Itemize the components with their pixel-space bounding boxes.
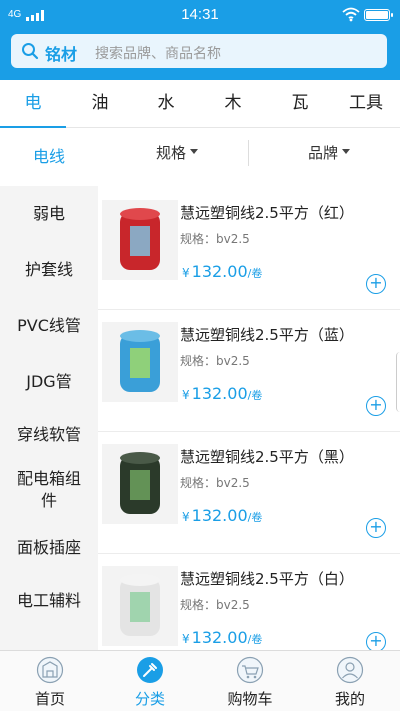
sidebar: 电线 弱电 护套线 PVC线管 JDG管 穿线软管 配电箱组件 面板插座 电工辅… [0, 128, 98, 650]
product-image [102, 322, 178, 402]
product-name: 慧远塑铜线2.5平方（白） [180, 570, 354, 588]
app-header: 4G 14:31 铭材 搜索品牌、商品名称 [0, 0, 400, 80]
profile-icon [336, 656, 364, 684]
status-bar: 4G 14:31 [0, 0, 400, 30]
search-bar[interactable]: 铭材 搜索品牌、商品名称 [11, 34, 387, 68]
product-price: ¥132.00/卷 [182, 628, 263, 647]
brand-filter-label: 品牌 [308, 144, 339, 162]
filter-bar: 规格 品牌 [98, 128, 400, 178]
sidebar-item-flexible-conduit[interactable]: 穿线软管 [0, 410, 98, 460]
tab-label: 木 [224, 93, 242, 113]
battery-icon [364, 9, 393, 21]
sidebar-item-wire[interactable]: 电线 [0, 128, 98, 186]
tab-tile[interactable]: 瓦 [267, 80, 333, 128]
nav-label: 我的 [334, 690, 365, 708]
sidebar-item-sheathed-wire[interactable]: 护套线 [0, 242, 98, 298]
product-image [102, 444, 178, 524]
product-name: 慧远塑铜线2.5平方（黑） [180, 448, 354, 466]
caret-down-icon [342, 149, 351, 154]
add-to-cart-button[interactable]: + [366, 518, 386, 538]
tab-label: 水 [157, 93, 175, 113]
nav-label: 首页 [34, 690, 65, 708]
product-card[interactable]: 慧远塑铜线2.5平方（红） 规格：bv2.5 ¥132.00/卷 + [98, 188, 400, 310]
search-icon [22, 43, 39, 60]
caret-down-icon [190, 149, 199, 154]
nav-home[interactable]: 首页 [0, 651, 100, 711]
category-icon [137, 657, 163, 683]
product-spec: 规格：bv2.5 [180, 598, 250, 612]
filter-divider [248, 140, 249, 166]
tab-oil[interactable]: 油 [67, 80, 133, 128]
tab-water[interactable]: 水 [133, 80, 199, 128]
category-tabs: 电 油 水 木 瓦 工具 [0, 80, 400, 129]
add-to-cart-button[interactable]: + [366, 632, 386, 652]
product-name: 慧远塑铜线2.5平方（红） [180, 204, 354, 222]
product-card[interactable]: 慧远塑铜线2.5平方（蓝） 规格：bv2.5 ¥132.00/卷 + [98, 310, 400, 432]
sidebar-item-distribution-box[interactable]: 配电箱组件 [0, 460, 98, 520]
tab-electric[interactable]: 电 [0, 80, 66, 129]
sidebar-item-weak-current[interactable]: 弱电 [0, 186, 98, 242]
product-price: ¥132.00/卷 [182, 384, 263, 403]
product-spec: 规格：bv2.5 [180, 232, 250, 246]
add-to-cart-button[interactable]: + [366, 274, 386, 294]
search-placeholder[interactable]: 搜索品牌、商品名称 [95, 43, 221, 63]
sidebar-item-pvc-conduit[interactable]: PVC线管 [0, 298, 98, 354]
product-spec: 规格：bv2.5 [180, 354, 250, 368]
brand-filter[interactable]: 品牌 [308, 142, 351, 163]
product-card[interactable]: 慧远塑铜线2.5平方（白） 规格：bv2.5 ¥132.00/卷 + [98, 554, 400, 652]
status-time: 14:31 [181, 6, 219, 23]
scroll-indicator [396, 352, 400, 412]
search-category[interactable]: 铭材 [45, 41, 77, 65]
add-to-cart-button[interactable]: + [366, 396, 386, 416]
product-image [102, 566, 178, 646]
cart-icon [236, 656, 264, 684]
tab-label: 工具 [349, 93, 383, 113]
sidebar-item-jdg-pipe[interactable]: JDG管 [0, 354, 98, 410]
tab-label: 油 [91, 93, 109, 113]
nav-cart[interactable]: 购物车 [200, 651, 300, 711]
nav-label: 分类 [134, 690, 165, 708]
tab-wood[interactable]: 木 [200, 80, 266, 128]
product-price: ¥132.00/卷 [182, 262, 263, 281]
spec-filter[interactable]: 规格 [156, 142, 199, 163]
nav-profile[interactable]: 我的 [300, 651, 400, 711]
product-spec: 规格：bv2.5 [180, 476, 250, 490]
tab-label: 瓦 [291, 93, 309, 113]
tab-tools[interactable]: 工具 [333, 80, 399, 128]
tab-label: 电 [24, 93, 42, 113]
nav-label: 购物车 [227, 690, 273, 708]
home-icon [36, 656, 64, 684]
bottom-nav: 首页 分类 购物车 我的 [0, 650, 400, 711]
product-image [102, 200, 178, 280]
product-price: ¥132.00/卷 [182, 506, 263, 525]
product-card[interactable]: 慧远塑铜线2.5平方（黑） 规格：bv2.5 ¥132.00/卷 + [98, 432, 400, 554]
sidebar-item-electrical-accessories[interactable]: 电工辅料 [0, 576, 98, 626]
product-name: 慧远塑铜线2.5平方（蓝） [180, 326, 354, 344]
spec-filter-label: 规格 [156, 144, 187, 162]
sidebar-item-panel-socket[interactable]: 面板插座 [0, 520, 98, 576]
nav-category[interactable]: 分类 [100, 651, 200, 711]
wifi-icon [342, 7, 360, 22]
